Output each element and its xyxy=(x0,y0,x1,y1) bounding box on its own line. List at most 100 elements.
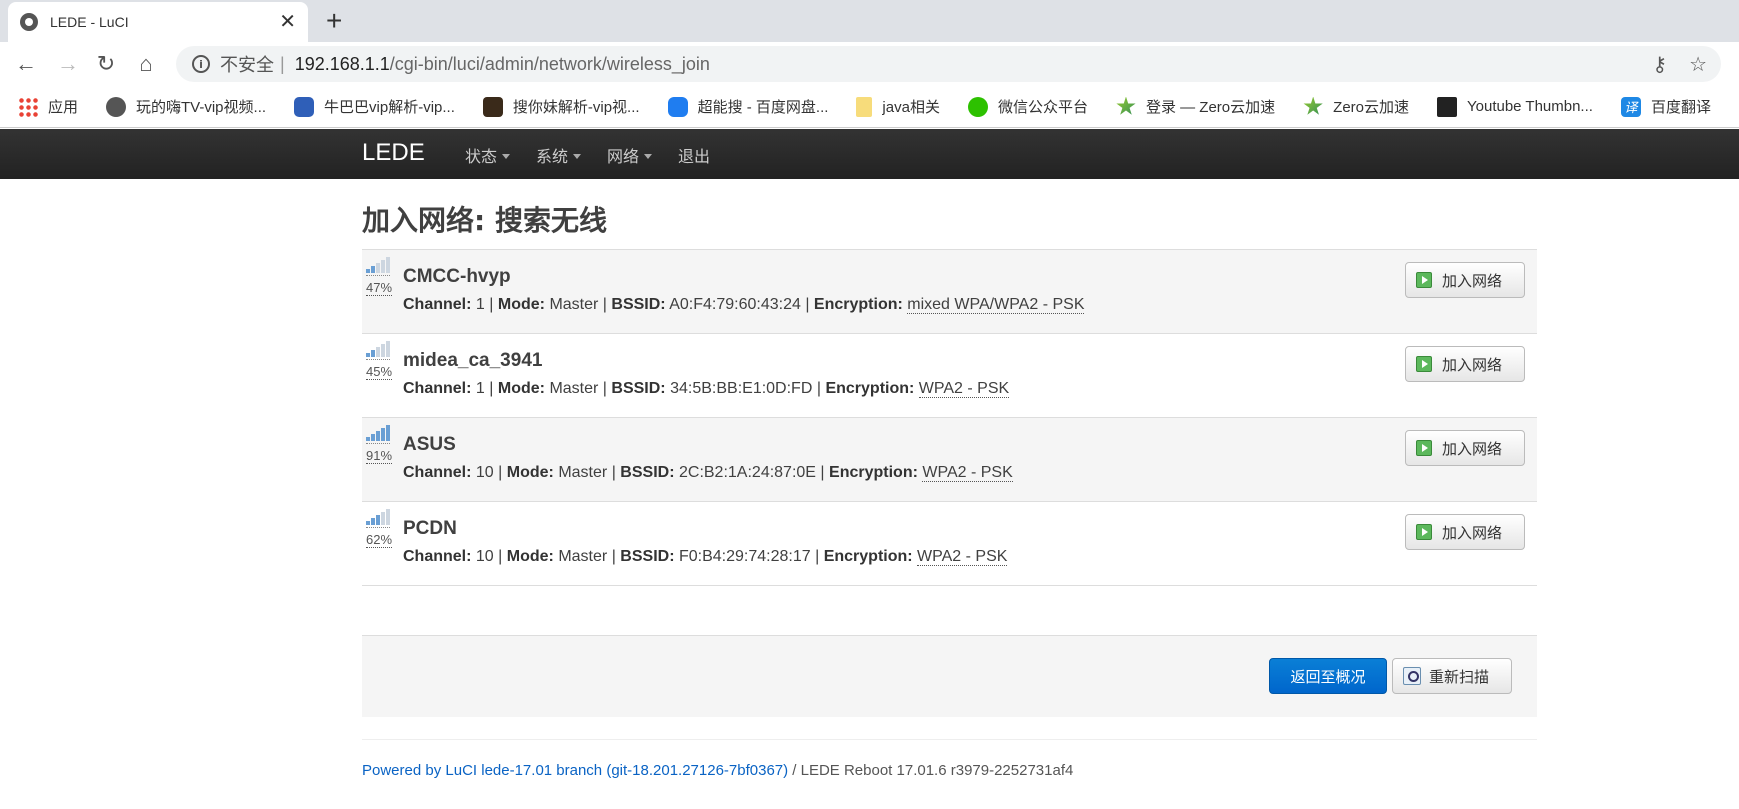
bookmark-item[interactable]: 搜你妹解析-vip视... xyxy=(482,96,640,117)
network-details: Channel: 1 | Mode: Master | BSSID: A0:F4… xyxy=(403,296,1085,314)
caret-down-icon xyxy=(644,153,653,159)
insecure-label: 不安全 xyxy=(220,55,274,75)
tab-favicon-icon xyxy=(20,13,38,31)
encryption-value: WPA2 - PSK xyxy=(918,380,1010,398)
wechat-icon xyxy=(967,96,988,117)
tab-title: LEDE - LuCI xyxy=(50,14,129,30)
encryption-label: Encryption: xyxy=(825,380,915,397)
bookmark-item[interactable]: 登录 — Zero云加速 xyxy=(1116,96,1275,117)
network-ssid: CMCC-hvyp xyxy=(403,266,511,287)
signal-bars-icon xyxy=(366,256,390,276)
bssid-value: 34:5B:BB:E1:0D:FD xyxy=(670,380,813,397)
encryption-label: Encryption: xyxy=(829,464,918,481)
channel-value: 10 xyxy=(475,548,494,565)
join-network-button[interactable]: 加入网络 xyxy=(1405,346,1525,382)
bookmark-item[interactable]: 牛巴巴vip解析-vip... xyxy=(294,96,455,117)
play-icon xyxy=(1416,272,1432,288)
home-icon[interactable]: ⌂ xyxy=(132,50,160,78)
mode-value: Master xyxy=(558,548,608,565)
play-icon xyxy=(1416,356,1432,372)
channel-label: Channel: xyxy=(403,548,472,565)
bookmark-item[interactable]: Youtube Thumbn... xyxy=(1437,96,1593,117)
menu-status[interactable]: 状态 xyxy=(465,143,511,167)
address-bar[interactable]: i 不安全 | 192.168.1.1 /cgi-bin/luci/admin/… xyxy=(176,46,1721,82)
footer-version: / LEDE Reboot 17.01.6 r3979-2252731af4 xyxy=(788,762,1074,779)
back-to-overview-button[interactable]: 返回至概况 xyxy=(1269,658,1387,694)
url-host: 192.168.1.1 xyxy=(294,53,390,74)
bookmark-item[interactable]: 超能搜 - 百度网盘... xyxy=(667,96,828,117)
signal-strength: 45% xyxy=(366,340,396,381)
crown-icon xyxy=(482,96,503,117)
join-network-button[interactable]: 加入网络 xyxy=(1405,514,1525,550)
bookmark-item[interactable]: 玩的嗨TV-vip视频... xyxy=(106,96,266,117)
signal-bars-icon xyxy=(366,340,390,360)
globe-icon xyxy=(106,96,127,117)
network-row: 91% ASUS Channel: 10 | Mode: Master | BS… xyxy=(362,418,1537,502)
play-icon xyxy=(294,96,315,117)
play-icon xyxy=(1416,524,1432,540)
menu-system[interactable]: 系统 xyxy=(536,143,582,167)
network-row: 62% PCDN Channel: 10 | Mode: Master | BS… xyxy=(362,502,1537,586)
page-title: 加入网络: 搜索无线 xyxy=(362,204,607,237)
join-network-button[interactable]: 加入网络 xyxy=(1405,430,1525,466)
bookmark-item[interactable]: 应用 xyxy=(18,96,78,117)
forward-arrow-icon[interactable]: → xyxy=(54,50,82,78)
signal-strength: 91% xyxy=(366,424,396,465)
rescan-button[interactable]: 重新扫描 xyxy=(1392,658,1512,694)
folder-icon xyxy=(856,96,873,117)
network-list: 47% CMCC-hvyp Channel: 1 | Mode: Master … xyxy=(362,249,1537,586)
actions-bar: 返回至概况 重新扫描 xyxy=(362,635,1537,717)
search-icon xyxy=(1403,667,1421,685)
star-icon xyxy=(1116,96,1136,115)
bssid-label: BSSID: xyxy=(620,548,675,565)
apps-icon xyxy=(18,96,38,117)
main-content: 加入网络: 搜索无线 47% CMCC-hvyp Channel: 1 | Mo… xyxy=(362,180,1537,779)
brand-logo[interactable]: LEDE xyxy=(362,139,425,167)
key-icon[interactable]: ⚷ xyxy=(1652,52,1667,77)
bookmark-item[interactable]: 译百度翻译 xyxy=(1620,96,1711,117)
bookmark-folder[interactable]: java相关 xyxy=(856,96,940,117)
browser-tabstrip: LEDE - LuCI ✕ + xyxy=(0,0,1739,42)
new-tab-button[interactable]: + xyxy=(326,6,342,36)
channel-value: 10 xyxy=(475,464,494,481)
back-arrow-icon[interactable]: ← xyxy=(12,50,40,78)
signal-bars-icon xyxy=(366,508,390,528)
play-icon xyxy=(1416,440,1432,456)
bookmark-item[interactable]: 微信公众平台 xyxy=(967,96,1088,117)
reload-icon[interactable]: ↻ xyxy=(92,50,120,78)
signal-strength: 47% xyxy=(366,256,396,297)
footer-divider xyxy=(362,739,1537,740)
signal-bars-icon xyxy=(366,424,390,444)
youtube-icon xyxy=(1437,96,1457,117)
url-path: /cgi-bin/luci/admin/network/wireless_joi… xyxy=(389,53,710,74)
star-bookmark-icon[interactable]: ☆ xyxy=(1689,52,1707,77)
mode-label: Mode: xyxy=(497,296,545,313)
luci-link[interactable]: Powered by LuCI lede-17.01 branch (git-1… xyxy=(362,762,788,779)
channel-label: Channel: xyxy=(403,380,472,397)
encryption-value: WPA2 - PSK xyxy=(922,464,1013,482)
mode-value: Master xyxy=(549,380,599,397)
channel-value: 1 xyxy=(475,380,485,397)
mode-value: Master xyxy=(549,296,599,313)
info-icon[interactable]: i xyxy=(192,55,210,73)
join-network-button[interactable]: 加入网络 xyxy=(1405,262,1525,298)
close-tab-icon[interactable]: ✕ xyxy=(279,12,296,32)
mode-label: Mode: xyxy=(506,464,554,481)
footer: Powered by LuCI lede-17.01 branch (git-1… xyxy=(362,762,1537,779)
translate-icon: 译 xyxy=(1620,96,1641,117)
channel-label: Channel: xyxy=(403,296,472,313)
bssid-label: BSSID: xyxy=(611,380,666,397)
caret-down-icon xyxy=(573,153,582,159)
signal-percent: 91% xyxy=(366,448,393,464)
network-details: Channel: 1 | Mode: Master | BSSID: 34:5B… xyxy=(403,380,1010,398)
channel-value: 1 xyxy=(475,296,485,313)
star-icon xyxy=(1303,96,1323,115)
browser-tab[interactable]: LEDE - LuCI ✕ xyxy=(8,2,308,42)
encryption-value: WPA2 - PSK xyxy=(917,548,1008,566)
bookmark-item[interactable]: Zero云加速 xyxy=(1303,96,1409,117)
omnibox-separator: | xyxy=(280,53,285,74)
menu-logout[interactable]: 退出 xyxy=(678,143,710,167)
cloud-icon xyxy=(667,96,688,117)
menu-network[interactable]: 网络 xyxy=(607,143,653,167)
network-details: Channel: 10 | Mode: Master | BSSID: 2C:B… xyxy=(403,464,1013,482)
